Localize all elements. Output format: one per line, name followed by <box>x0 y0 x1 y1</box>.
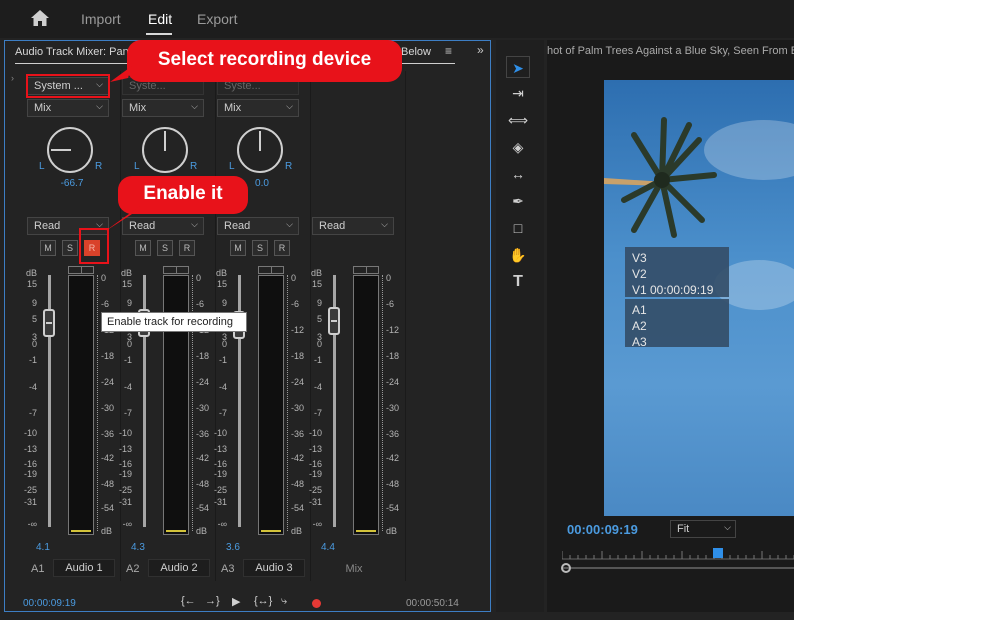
callout-pointers <box>104 66 140 232</box>
premiere-window: Import Edit Export Audio Track Mixer: Pa… <box>0 0 794 620</box>
